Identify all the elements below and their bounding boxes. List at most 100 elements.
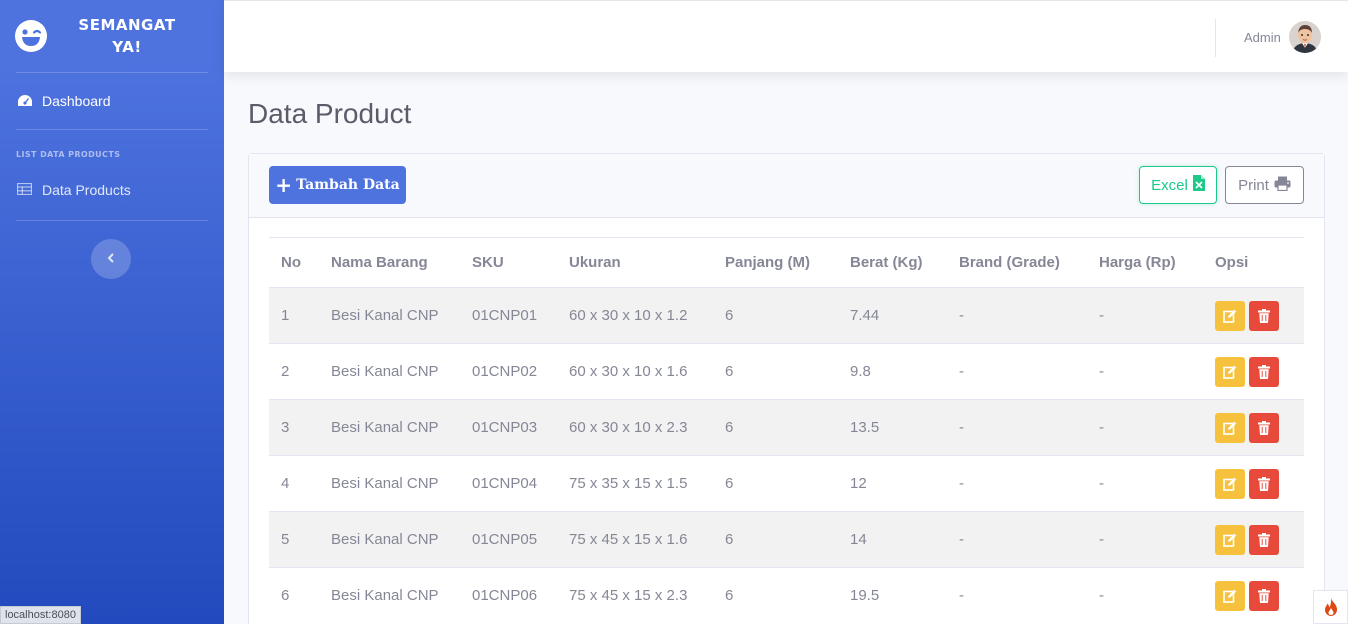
delete-button[interactable]	[1249, 356, 1279, 387]
table-cell: -	[947, 287, 1087, 344]
delete-button[interactable]	[1249, 300, 1279, 331]
tachometer-icon	[17, 94, 35, 108]
table-cell: 6	[713, 567, 838, 624]
delete-button[interactable]	[1249, 468, 1279, 499]
table-cell: Besi Kanal CNP	[319, 567, 460, 624]
edit-button[interactable]	[1215, 300, 1245, 331]
table-cell: Besi Kanal CNP	[319, 287, 460, 344]
table-cell: 01CNP02	[460, 343, 557, 400]
action-group	[1215, 412, 1304, 443]
table-cell: -	[947, 511, 1087, 568]
edit-button[interactable]	[1215, 468, 1245, 499]
table-cell: -	[1087, 567, 1203, 624]
trash-icon	[1258, 364, 1270, 379]
edit-button[interactable]	[1215, 412, 1245, 443]
sidebar-heading: LIST DATA PRODUCTS	[16, 150, 121, 159]
action-group	[1215, 580, 1304, 611]
column-header[interactable]: Nama Barang	[319, 238, 460, 288]
action-group	[1215, 356, 1304, 387]
table-cell: 60 x 30 x 10 x 1.6	[557, 343, 713, 400]
edit-icon	[1223, 421, 1237, 435]
table-row: 4 Besi Kanal CNP 01CNP04 75 x 35 x 15 x 1.5…	[269, 455, 1304, 512]
action-group	[1215, 524, 1304, 555]
products-table: No Nama Barang SKU Ukuran Panjang (M) Be…	[269, 237, 1304, 624]
delete-button[interactable]	[1249, 524, 1279, 555]
brand-line-2: YA!	[112, 38, 142, 56]
user-name[interactable]: Admin	[1244, 30, 1281, 45]
edit-icon	[1223, 365, 1237, 379]
table-cell: 3	[269, 399, 319, 456]
table-cell: -	[947, 567, 1087, 624]
edit-button[interactable]	[1215, 356, 1245, 387]
table-row: 6 Besi Kanal CNP 01CNP06 75 x 45 x 15 x 2.3…	[269, 567, 1304, 624]
file-excel-icon	[1188, 175, 1205, 195]
row-actions	[1203, 287, 1304, 344]
sidebar-item-label: Dashboard	[42, 93, 111, 109]
table-cell: 6	[269, 567, 319, 624]
table-cell: -	[1087, 287, 1203, 344]
chevron-left-icon	[107, 250, 115, 268]
column-header[interactable]: Berat (Kg)	[838, 238, 947, 288]
table-cell: 19.5	[838, 567, 947, 624]
trash-icon	[1258, 420, 1270, 435]
table-cell: 60 x 30 x 10 x 2.3	[557, 399, 713, 456]
avatar[interactable]	[1289, 21, 1321, 53]
action-group	[1215, 300, 1304, 331]
row-actions	[1203, 567, 1304, 624]
print-icon	[1269, 176, 1291, 195]
status-bar-url: localhost:8080	[0, 606, 81, 624]
table-cell: 01CNP04	[460, 455, 557, 512]
column-header[interactable]: No	[269, 238, 319, 288]
print-button[interactable]: Print	[1225, 166, 1304, 204]
table-cell: 9.8	[838, 343, 947, 400]
column-header[interactable]: Brand (Grade)	[947, 238, 1087, 288]
table-row: 1 Besi Kanal CNP 01CNP01 60 x 30 x 10 x 1.2…	[269, 287, 1304, 344]
row-actions	[1203, 399, 1304, 456]
column-header[interactable]: SKU	[460, 238, 557, 288]
column-header[interactable]: Panjang (M)	[713, 238, 838, 288]
table-cell: 7.44	[838, 287, 947, 344]
add-data-button[interactable]: + Tambah Data	[269, 166, 406, 204]
sidebar: SEMANGAT YA! Dashboard LIST DATA PRODUCT…	[0, 0, 224, 624]
table-cell: 01CNP03	[460, 399, 557, 456]
table-cell: 13.5	[838, 399, 947, 456]
table-cell: 14	[838, 511, 947, 568]
column-header[interactable]: Ukuran	[557, 238, 713, 288]
export-excel-button[interactable]: Excel	[1139, 166, 1217, 204]
sidebar-item-dashboard[interactable]: Dashboard	[0, 73, 224, 129]
edit-button[interactable]	[1215, 524, 1245, 555]
table-row: 3 Besi Kanal CNP 01CNP03 60 x 30 x 10 x 2.3…	[269, 399, 1304, 456]
table-header-row: No Nama Barang SKU Ukuran Panjang (M) Be…	[269, 238, 1304, 288]
row-actions	[1203, 455, 1304, 512]
column-header: Opsi	[1215, 254, 1249, 271]
trash-icon	[1258, 532, 1270, 547]
data-card: + Tambah Data Excel Print No Nama Barang…	[248, 153, 1325, 624]
table-cell: -	[1087, 511, 1203, 568]
table-cell: 6	[713, 399, 838, 456]
table-cell: 1	[269, 287, 319, 344]
sidebar-brand[interactable]: SEMANGAT YA!	[0, 0, 224, 72]
table-cell: 6	[713, 511, 838, 568]
table-body: 1 Besi Kanal CNP 01CNP01 60 x 30 x 10 x 1.2…	[269, 287, 1304, 624]
table-cell: 4	[269, 455, 319, 512]
table-cell: 75 x 35 x 15 x 1.5	[557, 455, 713, 512]
table-cell: -	[947, 455, 1087, 512]
trash-icon	[1258, 476, 1270, 491]
table-cell: 6	[713, 455, 838, 512]
edit-icon	[1223, 589, 1237, 603]
sidebar-toggle-button[interactable]	[91, 239, 131, 279]
plus-icon: +	[275, 173, 293, 197]
table-cell: Besi Kanal CNP	[319, 511, 460, 568]
topbar-divider	[1215, 19, 1216, 57]
edit-button[interactable]	[1215, 580, 1245, 611]
delete-button[interactable]	[1249, 580, 1279, 611]
edit-icon	[1223, 309, 1237, 323]
brand-line-1: SEMANGAT	[78, 16, 176, 34]
table-row: 2 Besi Kanal CNP 01CNP02 60 x 30 x 10 x 1.6…	[269, 343, 1304, 400]
table-cell: 60 x 30 x 10 x 1.2	[557, 287, 713, 344]
sidebar-item-data-products[interactable]: Data Products	[0, 160, 224, 220]
delete-button[interactable]	[1249, 412, 1279, 443]
table-cell: -	[1087, 399, 1203, 456]
flame-icon[interactable]	[1313, 590, 1348, 624]
column-header[interactable]: Harga (Rp)	[1087, 238, 1203, 288]
